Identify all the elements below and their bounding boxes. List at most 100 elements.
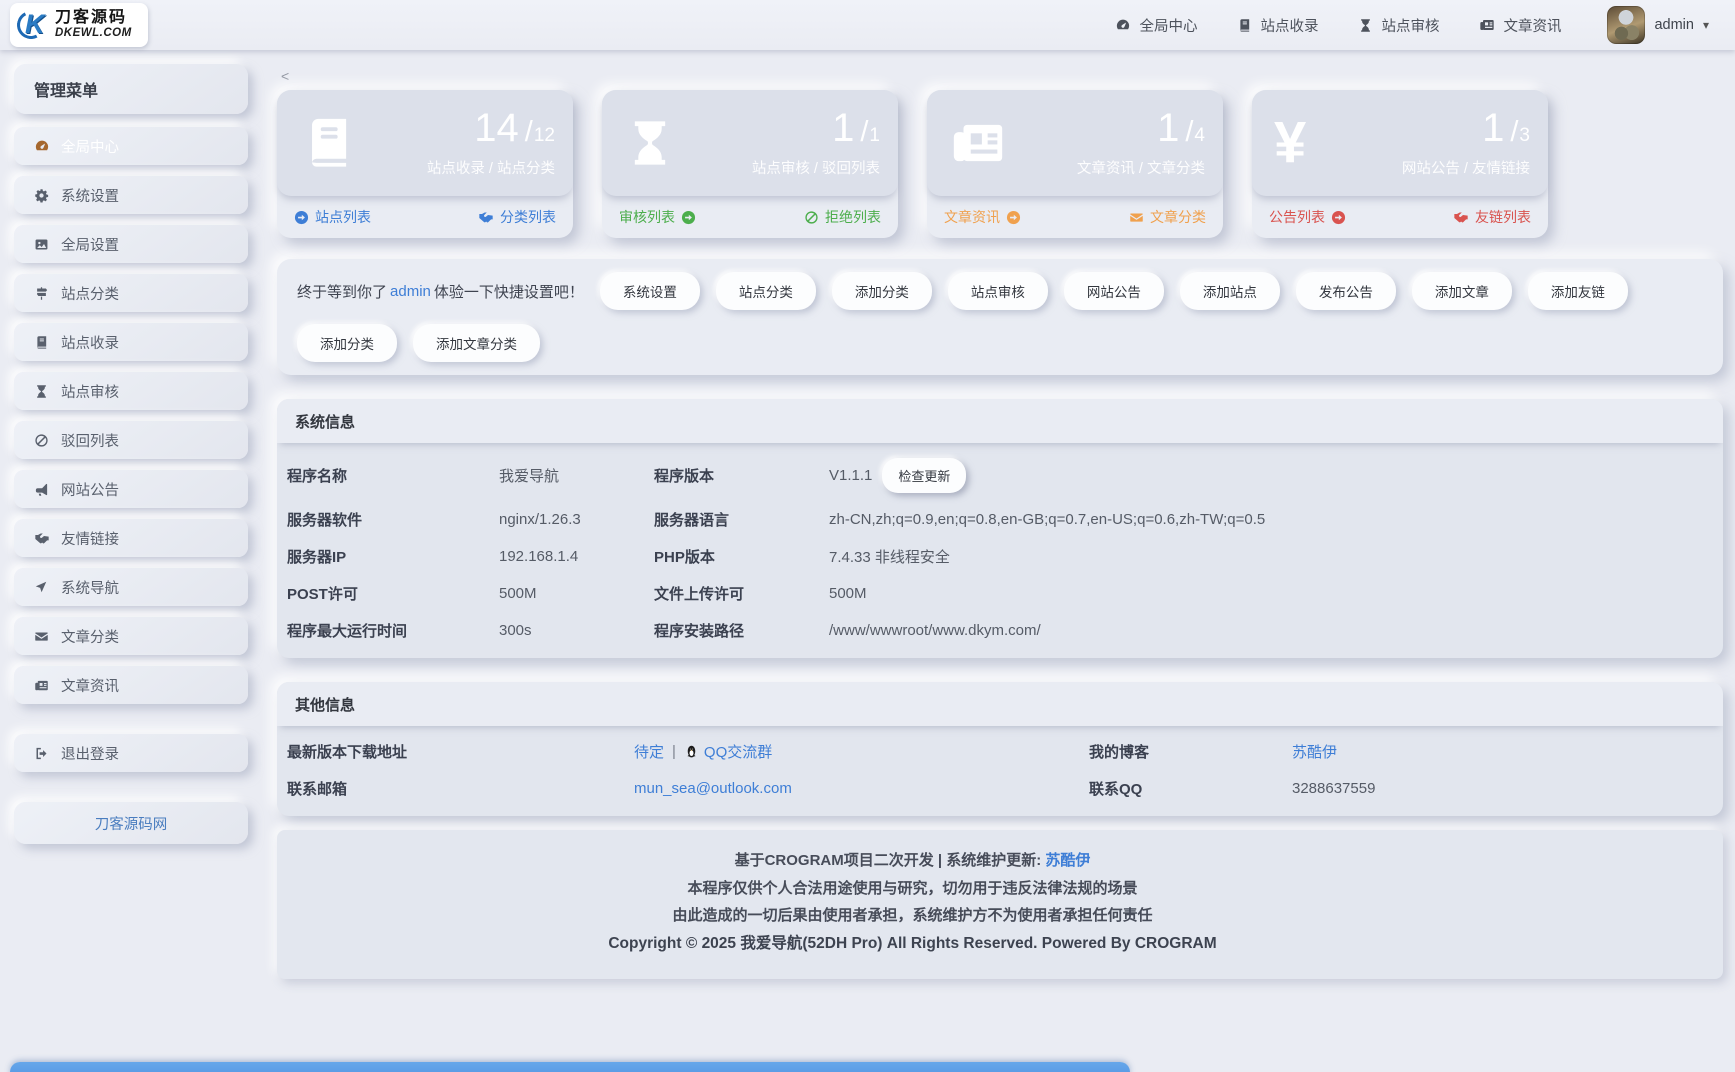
quick-button-add-friendlink[interactable]: 添加友链: [1528, 272, 1628, 310]
logo-subtitle: DKEWL.COM: [55, 28, 132, 40]
stat-value: 1/3: [1402, 108, 1530, 148]
sidebar-item-label: 网站公告: [61, 479, 119, 500]
quick-button-system-settings[interactable]: 系统设置: [600, 272, 700, 310]
envelope-icon: [1129, 210, 1144, 225]
topnav-label: 全局中心: [1139, 15, 1197, 36]
system-info-title: 系统信息: [277, 399, 1723, 443]
info-row: 程序名称 我爱导航 程序版本 V1.1.1 检查更新: [277, 450, 1723, 501]
contact-email-link[interactable]: mun_sea@outlook.com: [634, 780, 792, 797]
quick-button-site-category[interactable]: 站点分类: [716, 272, 816, 310]
stat-link-article-news[interactable]: 文章资讯: [944, 207, 1021, 227]
sidebar-item-site-announcement[interactable]: 网站公告: [14, 470, 248, 508]
avatar[interactable]: [1607, 6, 1645, 44]
sidebar-item-friend-links[interactable]: 友情链接: [14, 519, 248, 557]
quick-button-site-review[interactable]: 站点审核: [948, 272, 1048, 310]
penguin-icon: [684, 744, 699, 760]
info-row: 服务器软件 nginx/1.26.3 服务器语言 zh-CN,zh;q=0.9,…: [277, 501, 1723, 538]
logo-k-icon: K: [17, 8, 51, 42]
info-row: 服务器IP 192.168.1.4 PHP版本 7.4.33 非线程安全: [277, 538, 1723, 575]
sidebar-brand-link[interactable]: 刀客源码网: [14, 802, 248, 844]
stat-link-site-list[interactable]: 站点列表: [294, 207, 371, 227]
stat-card-footer: 审核列表 拒绝列表: [602, 196, 898, 238]
arrow-circle-icon: [1006, 210, 1021, 225]
handshake-icon: [478, 209, 494, 225]
gear-icon: [34, 188, 50, 203]
sidebar-item-site-index[interactable]: 站点收录: [14, 323, 248, 361]
sidebar-item-article-category[interactable]: 文章分类: [14, 617, 248, 655]
stat-value: 1/1: [752, 108, 880, 148]
qq-group-link[interactable]: QQ交流群: [704, 741, 772, 762]
sidebar-item-logout[interactable]: 退出登录: [14, 734, 248, 772]
topnav-item-site-index[interactable]: 站点收录: [1237, 15, 1318, 36]
download-pending-link[interactable]: 待定: [634, 741, 664, 762]
sidebar-item-global-center[interactable]: 全局中心: [14, 127, 248, 165]
quick-setup-message: 终于等到你了 admin 体验一下快捷设置吧！: [297, 281, 584, 302]
gauge-icon: [1115, 17, 1131, 33]
signpost-icon: [34, 286, 50, 301]
info-row: POST许可 500M 文件上传许可 500M: [277, 575, 1723, 612]
quick-button-add-site[interactable]: 添加站点: [1180, 272, 1280, 310]
maintainer-link[interactable]: 苏酷伊: [1045, 852, 1090, 869]
topnav-label: 站点收录: [1260, 15, 1318, 36]
stat-card-footer: 文章资讯 文章分类: [927, 196, 1223, 238]
stat-link-announcement-list[interactable]: 公告列表: [1269, 207, 1346, 227]
bottom-notification-bar: [10, 1062, 1130, 1072]
quick-button-publish-announcement[interactable]: 发布公告: [1296, 272, 1396, 310]
hourglass-icon: [34, 384, 50, 399]
sidebar-item-label: 驳回列表: [61, 430, 119, 451]
sidebar-item-site-review[interactable]: 站点审核: [14, 372, 248, 410]
sidebar-item-site-category[interactable]: 站点分类: [14, 274, 248, 312]
user-menu[interactable]: admin ▾: [1607, 6, 1709, 44]
topnav-item-article-news[interactable]: 文章资讯: [1479, 15, 1561, 36]
info-row: 联系邮箱 mun_sea@outlook.com 联系QQ 3288637559: [277, 770, 1723, 807]
footer-line-credit: 基于CROGRAM项目二次开发 | 系统维护更新: 苏酷伊: [277, 847, 1548, 875]
footer-line-disclaimer-2: 由此造成的一切后果由使用者承担，系统维护方不为使用者承担任何责任: [277, 902, 1548, 930]
system-info-panel: 系统信息 程序名称 我爱导航 程序版本 V1.1.1 检查更新 服务器软件 ng…: [277, 399, 1723, 658]
envelope-icon: [34, 629, 50, 644]
newspaper-icon: [1479, 17, 1495, 33]
program-version: V1.1.1: [829, 467, 872, 484]
gauge-icon: [34, 138, 50, 154]
handshake-icon: [1453, 209, 1469, 225]
image-icon: [34, 237, 50, 252]
sidebar-item-label: 文章分类: [61, 626, 119, 647]
stat-card-announcement: ¥ 1/3 网站公告 / 友情链接 公告列表 友链列表: [1252, 90, 1548, 238]
stat-card-footer: 站点列表 分类列表: [277, 196, 573, 238]
sidebar-item-reject-list[interactable]: 驳回列表: [14, 421, 248, 459]
sidebar-item-system-nav[interactable]: 系统导航: [14, 568, 248, 606]
stat-label: 文章资讯 / 文章分类: [1077, 157, 1205, 178]
stat-link-friendlink-list[interactable]: 友链列表: [1453, 207, 1531, 227]
yen-icon: ¥: [1274, 114, 1306, 172]
quick-button-add-category[interactable]: 添加分类: [832, 272, 932, 310]
stat-link-category-list[interactable]: 分类列表: [478, 207, 556, 227]
blog-link[interactable]: 苏酷伊: [1292, 744, 1337, 761]
stat-card-header: 14/12 站点收录 / 站点分类: [277, 90, 573, 196]
quick-button-add-article[interactable]: 添加文章: [1412, 272, 1512, 310]
stat-link-reject-list[interactable]: 拒绝列表: [804, 207, 881, 227]
layout: 管理菜单 全局中心 系统设置 全局设置 站点分类 站点收录: [0, 50, 1735, 979]
sidebar-title: 管理菜单: [14, 64, 248, 114]
sidebar-item-label: 文章资讯: [61, 675, 119, 696]
main-content: < 14/12 站点收录 / 站点分类: [248, 64, 1723, 979]
quick-button-add-article-category[interactable]: 添加文章分类: [413, 324, 540, 362]
sidebar-item-global-settings[interactable]: 全局设置: [14, 225, 248, 263]
stat-link-review-list[interactable]: 审核列表: [619, 207, 696, 227]
topbar: K 刀客源码 DKEWL.COM 全局中心 站点收录: [0, 0, 1735, 50]
sidebar-item-article-news[interactable]: 文章资讯: [14, 666, 248, 704]
quick-button-add-category-2[interactable]: 添加分类: [297, 324, 397, 362]
app-logo[interactable]: K 刀客源码 DKEWL.COM: [10, 3, 148, 47]
sidebar-item-label: 站点审核: [61, 381, 119, 402]
stat-label: 站点审核 / 驳回列表: [752, 157, 880, 178]
quick-button-site-announcement[interactable]: 网站公告: [1064, 272, 1164, 310]
sidebar-collapse-toggle[interactable]: <: [281, 68, 295, 84]
check-update-button[interactable]: 检查更新: [882, 458, 966, 493]
ban-icon: [34, 433, 50, 448]
bullhorn-icon: [34, 482, 50, 497]
sign-out-icon: [34, 746, 50, 761]
sidebar-item-system-settings[interactable]: 系统设置: [14, 176, 248, 214]
stat-card-site-index: 14/12 站点收录 / 站点分类 站点列表 分类列表: [277, 90, 573, 238]
stat-link-article-category[interactable]: 文章分类: [1129, 207, 1206, 227]
top-navigation: 全局中心 站点收录 站点审核 文章资讯: [1115, 6, 1709, 44]
topnav-item-site-review[interactable]: 站点审核: [1358, 15, 1439, 36]
topnav-item-global-center[interactable]: 全局中心: [1115, 15, 1197, 36]
